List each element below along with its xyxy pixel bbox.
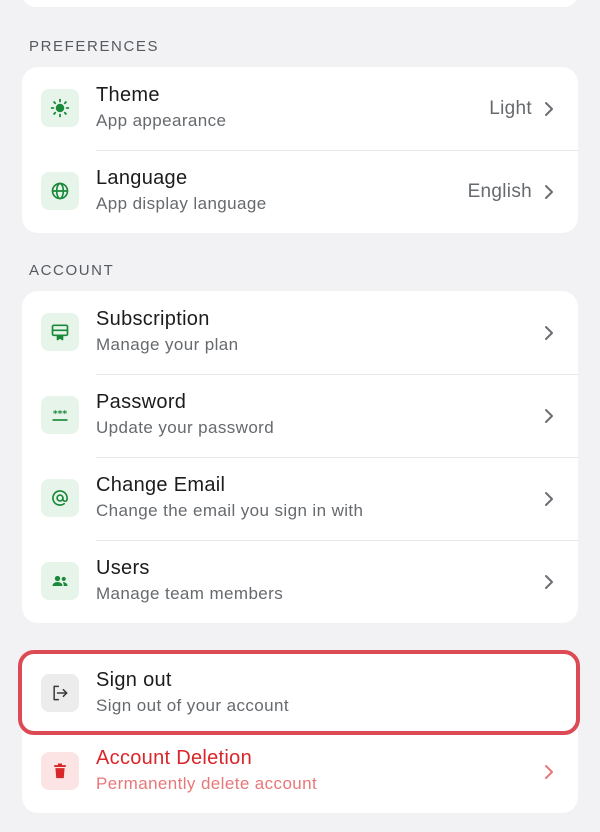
theme-value: Light xyxy=(489,97,532,119)
settings-row-subscription[interactable]: Subscription Manage your plan xyxy=(22,291,578,374)
row-subtitle: Sign out of your account xyxy=(96,696,289,715)
password-icon: *** xyxy=(41,396,79,434)
row-title: Subscription xyxy=(96,308,210,330)
settings-row-change-email[interactable]: Change Email Change the email you sign i… xyxy=(22,457,578,540)
chevron-right-icon xyxy=(544,184,554,200)
settings-row-users[interactable]: Users Manage team members xyxy=(22,540,578,623)
previous-section-card xyxy=(22,0,578,7)
row-title: Password xyxy=(96,391,187,413)
svg-text:***: *** xyxy=(53,409,68,420)
chevron-right-icon xyxy=(544,574,554,590)
chevron-right-icon xyxy=(544,764,554,780)
globe-icon xyxy=(41,172,79,210)
users-icon xyxy=(41,562,79,600)
row-title: Theme xyxy=(96,84,160,106)
settings-row-password[interactable]: *** Password Update your password xyxy=(22,374,578,457)
row-title: Language xyxy=(96,167,188,189)
row-title: Users xyxy=(96,557,150,579)
section-header-account: ACCOUNT xyxy=(29,262,115,279)
preferences-card: Theme App appearance Light Language App … xyxy=(22,67,578,233)
chevron-right-icon xyxy=(544,325,554,341)
settings-row-theme[interactable]: Theme App appearance Light xyxy=(22,67,578,150)
chevron-right-icon xyxy=(544,101,554,117)
sign-out-icon xyxy=(41,674,79,712)
settings-row-language[interactable]: Language App display language English xyxy=(22,150,578,233)
settings-row-account-deletion[interactable]: Account Deletion Permanently delete acco… xyxy=(22,730,578,813)
row-title: Change Email xyxy=(96,474,226,496)
row-subtitle: Update your password xyxy=(96,418,275,437)
settings-row-sign-out[interactable]: Sign out Sign out of your account xyxy=(22,652,578,735)
row-subtitle: App appearance xyxy=(96,111,227,130)
account-deletion-card: Account Deletion Permanently delete acco… xyxy=(22,730,578,813)
account-card: Subscription Manage your plan *** Passwo… xyxy=(22,291,578,623)
chevron-right-icon xyxy=(544,408,554,424)
subscription-icon xyxy=(41,313,79,351)
section-header-preferences: PREFERENCES xyxy=(29,38,160,55)
row-subtitle: Permanently delete account xyxy=(96,774,318,793)
at-sign-icon xyxy=(41,479,79,517)
row-title: Sign out xyxy=(96,669,172,691)
row-subtitle: Manage team members xyxy=(96,584,284,603)
sign-out-card: Sign out Sign out of your account xyxy=(22,652,578,735)
chevron-right-icon xyxy=(544,491,554,507)
sun-icon xyxy=(41,89,79,127)
row-subtitle: Manage your plan xyxy=(96,335,239,354)
row-subtitle: Change the email you sign in with xyxy=(96,501,364,520)
row-title: Account Deletion xyxy=(96,747,253,769)
row-subtitle: App display language xyxy=(96,194,267,213)
language-value: English xyxy=(467,180,532,202)
trash-icon xyxy=(41,752,79,790)
